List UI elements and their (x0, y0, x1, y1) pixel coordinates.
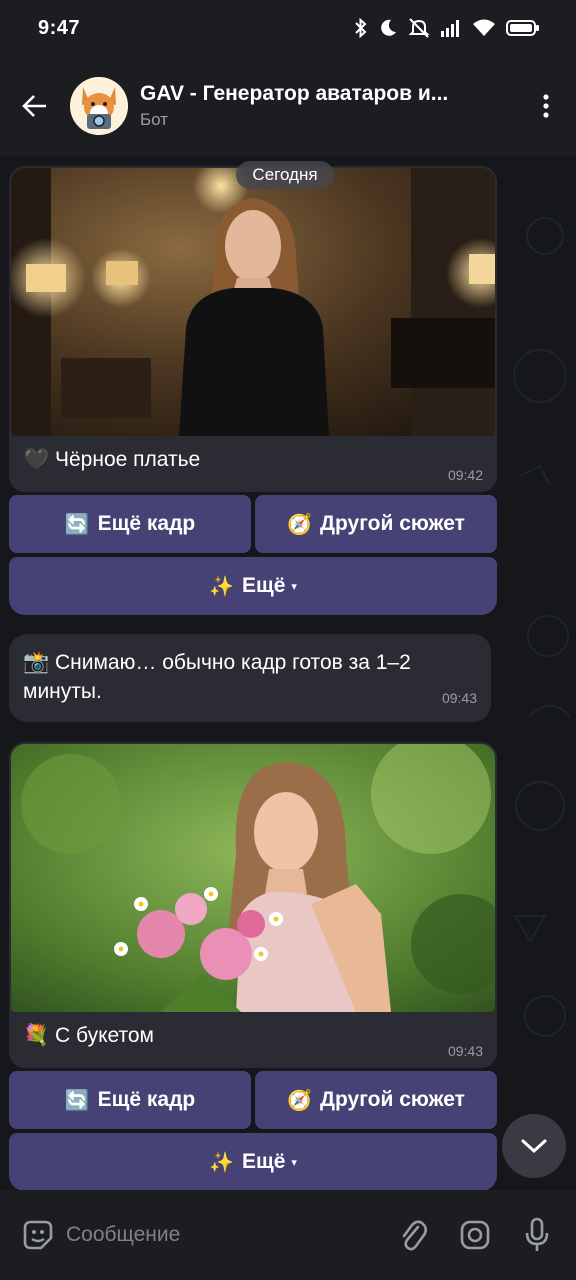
bluetooth-icon (355, 17, 367, 39)
wifi-icon (473, 19, 495, 36)
more-button[interactable]: ✨ Ещё ▾ (9, 1133, 497, 1190)
black-heart-emoji: 🖤 (23, 448, 50, 471)
sparkles-emoji-icon: ✨ (209, 575, 234, 598)
compass-emoji-icon: 🧭 (287, 513, 313, 536)
more-menu-button[interactable] (516, 56, 576, 156)
caret-down-icon: ▾ (291, 580, 297, 593)
caption-text: Чёрное платье (55, 448, 201, 471)
date-separator: Сегодня (236, 161, 334, 189)
signal-icon (441, 20, 459, 37)
attach-button[interactable] (392, 1214, 434, 1256)
status-bar: 9:47 (0, 0, 576, 56)
photo-message[interactable]: 🖤 Чёрное платье 09:42 (9, 166, 497, 492)
photo-image (11, 744, 495, 1012)
arrow-left-icon (22, 95, 46, 117)
voice-button[interactable] (516, 1214, 558, 1256)
compass-emoji-icon: 🧭 (287, 1089, 313, 1112)
chat-area[interactable]: Сегодня 🖤 Чёрное платье 09:42 🔄 Ещё кадр… (0, 156, 576, 1190)
repeat-emoji-icon: 🔄 (64, 513, 90, 536)
bouquet-emoji: 💐 (23, 1024, 50, 1047)
bot-avatar[interactable] (70, 77, 128, 135)
text-message[interactable]: 📸 Снимаю… обычно кадр готов за 1–2 минут… (9, 634, 491, 722)
more-shot-button[interactable]: 🔄 Ещё кадр (9, 495, 251, 553)
chat-title-block[interactable]: GAV - Генератор аватаров и... Бот (140, 82, 516, 130)
photo-caption: 🖤 Чёрное платье 09:42 (9, 436, 497, 492)
photo-image (11, 168, 495, 436)
message-composer (0, 1190, 576, 1280)
moon-icon (381, 19, 396, 36)
camera-button[interactable] (454, 1214, 496, 1256)
instagram-camera-icon (460, 1220, 490, 1250)
message-time: 09:42 (447, 467, 483, 483)
scroll-to-bottom-button[interactable] (502, 1114, 566, 1178)
inline-keyboard-row: ✨ Ещё ▾ (9, 1133, 497, 1190)
message-time: 09:43 (441, 690, 477, 706)
camera-emoji: 📸 (23, 651, 50, 674)
chat-title: GAV - Генератор аватаров и... (140, 82, 449, 105)
chat-subtitle: Бот (140, 110, 169, 129)
sticker-smile-icon (23, 1220, 53, 1250)
caret-down-icon: ▾ (291, 1156, 297, 1169)
inline-keyboard-row: 🔄 Ещё кадр 🧭 Другой сюжет (9, 1071, 497, 1129)
inline-keyboard-row: 🔄 Ещё кадр 🧭 Другой сюжет (9, 495, 497, 553)
photo-caption: 💐 С букетом 09:43 (9, 1012, 497, 1068)
silent-icon (408, 18, 430, 38)
other-plot-button[interactable]: 🧭 Другой сюжет (255, 1071, 497, 1129)
photo-black-dress[interactable] (11, 168, 495, 436)
paperclip-icon (402, 1220, 428, 1251)
message-time: 09:43 (447, 1043, 483, 1059)
status-time: 9:47 (38, 16, 81, 39)
photo-message[interactable]: 💐 С букетом 09:43 (9, 742, 497, 1068)
caption-text: С букетом (55, 1024, 154, 1047)
other-plot-button[interactable]: 🧭 Другой сюжет (255, 495, 497, 553)
emoji-button[interactable] (18, 1218, 58, 1252)
battery-icon (506, 20, 539, 36)
message-input[interactable] (66, 1223, 372, 1247)
more-shot-button[interactable]: 🔄 Ещё кадр (9, 1071, 251, 1129)
microphone-icon (525, 1217, 549, 1251)
chat-header: GAV - Генератор аватаров и... Бот (0, 56, 576, 156)
message-text: Снимаю… обычно кадр готов за 1–2 минуты. (23, 651, 411, 703)
repeat-emoji-icon: 🔄 (64, 1089, 90, 1112)
photo-bouquet[interactable] (11, 744, 495, 1012)
chevron-down-icon (521, 1139, 547, 1154)
corgi-camera-avatar-icon (70, 77, 128, 135)
more-button[interactable]: ✨ Ещё ▾ (9, 557, 497, 615)
more-vertical-icon (543, 94, 549, 118)
back-button[interactable] (0, 56, 70, 156)
sparkles-emoji-icon: ✨ (209, 1151, 234, 1174)
status-icons (354, 17, 540, 39)
inline-keyboard-row: ✨ Ещё ▾ (9, 557, 497, 615)
